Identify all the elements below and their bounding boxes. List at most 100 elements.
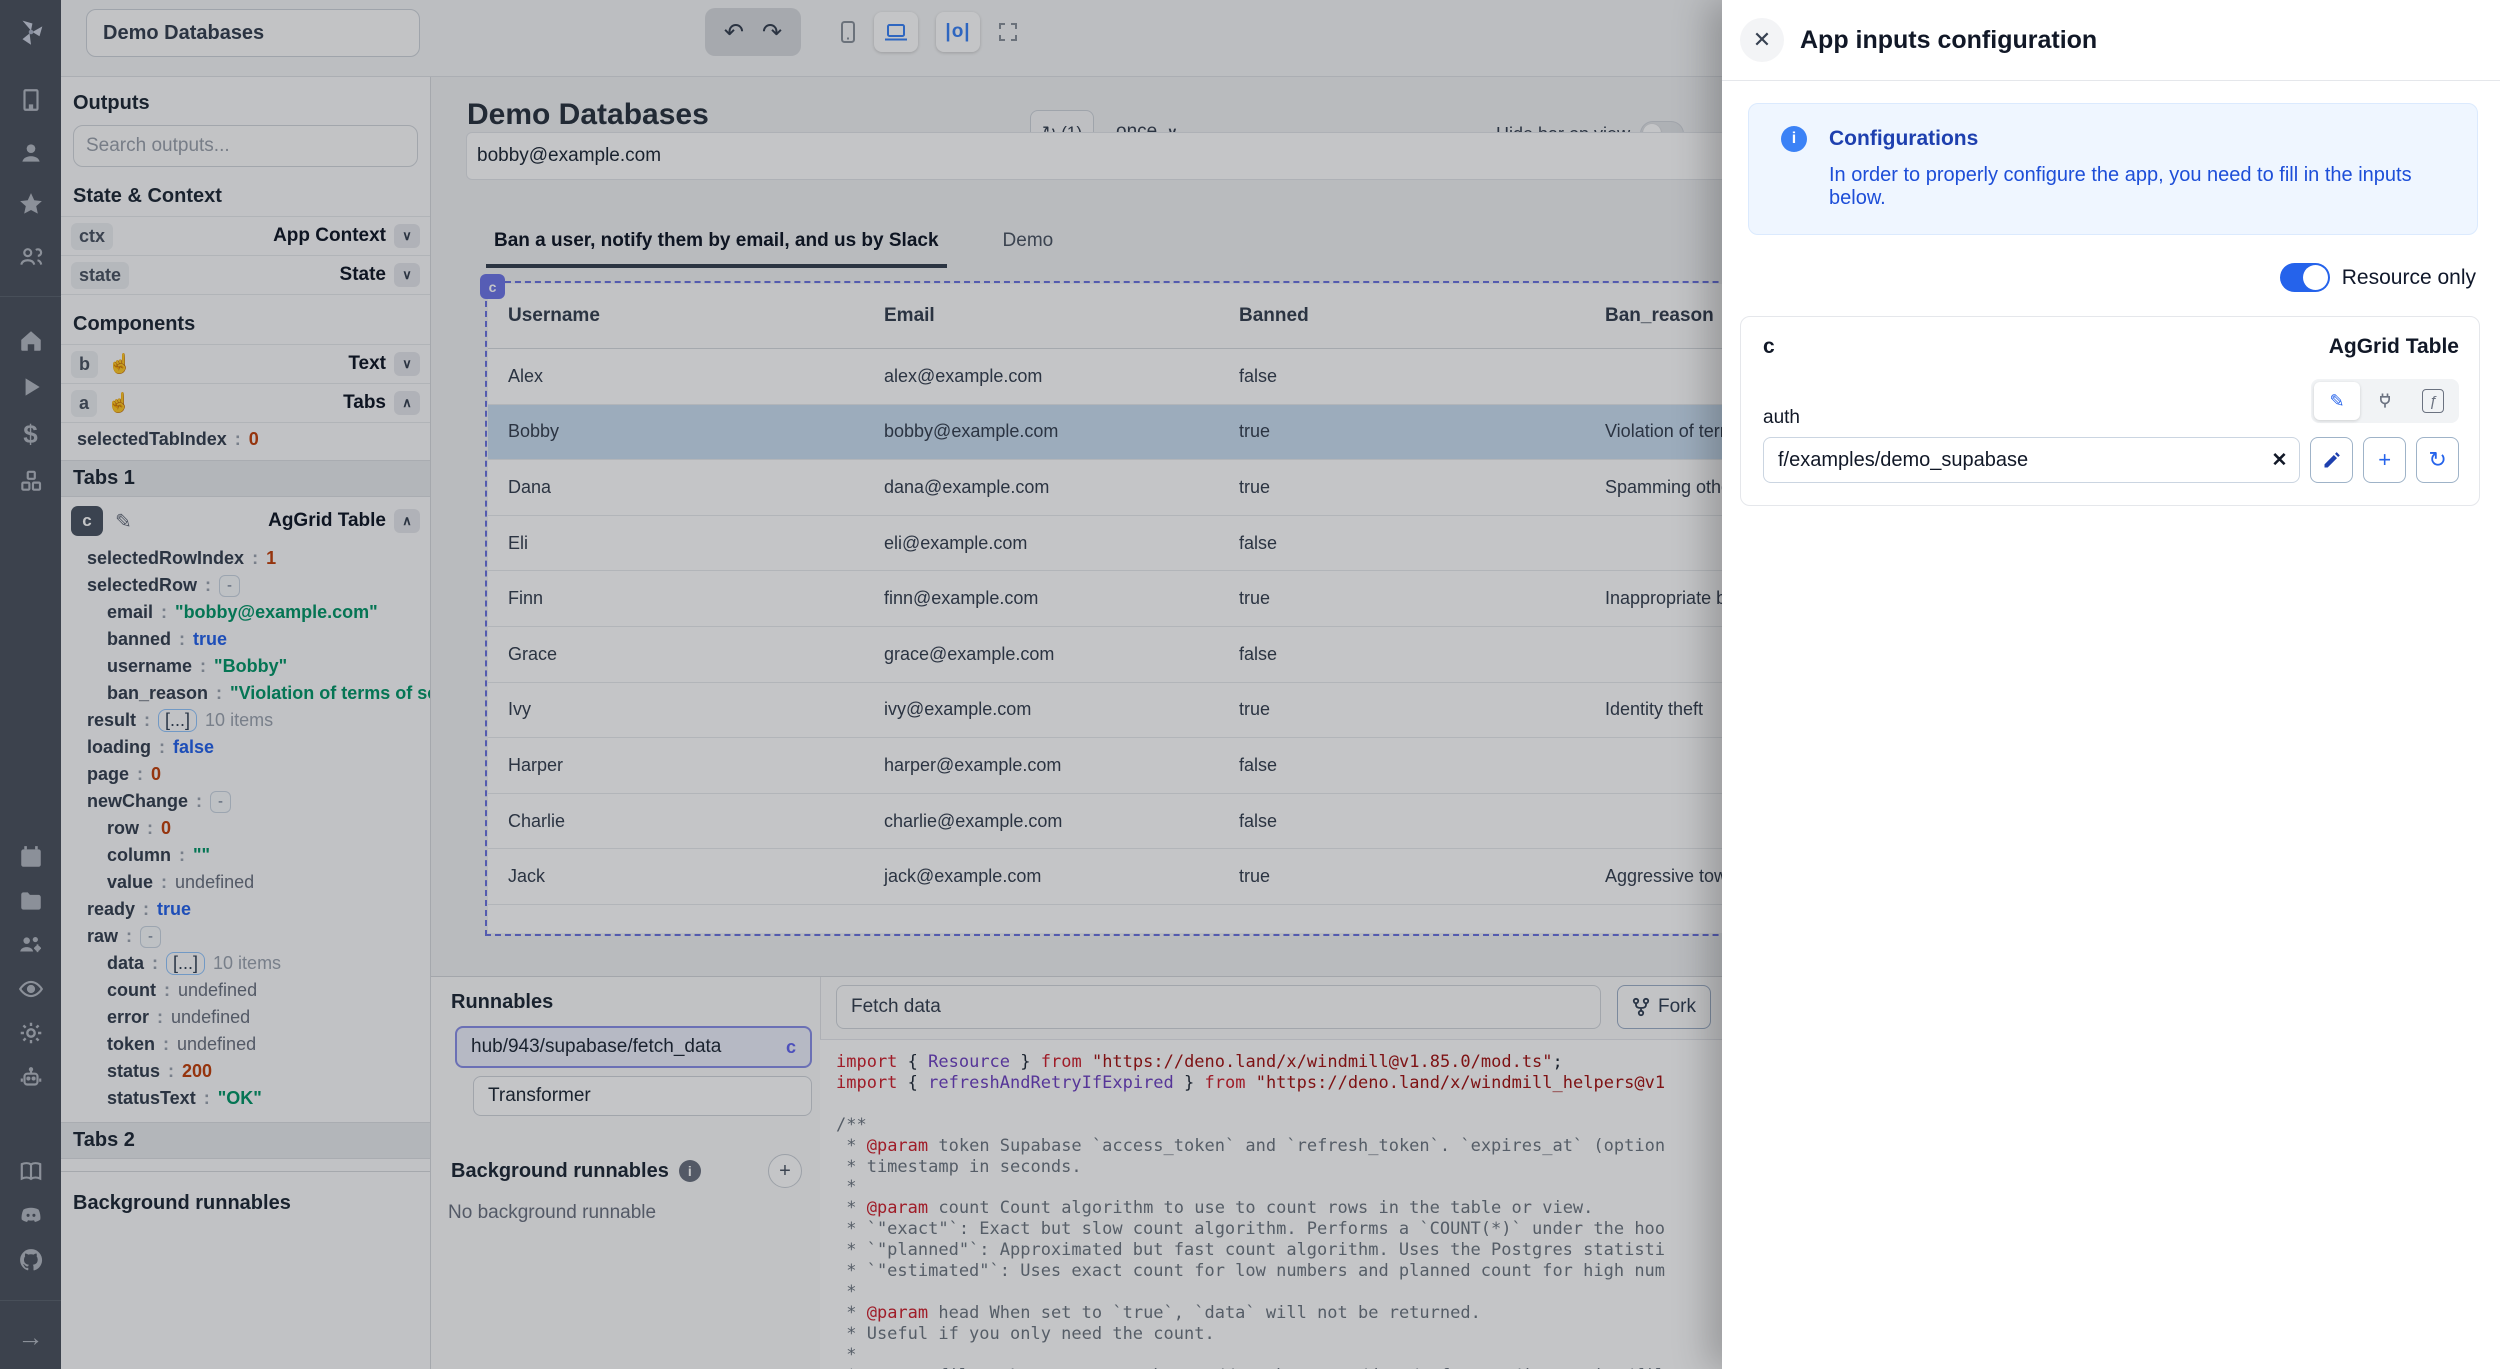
search-outputs-input[interactable] — [73, 125, 418, 167]
property-row[interactable]: page : 0 — [71, 761, 430, 788]
alert-title: Configurations — [1829, 127, 1978, 151]
cell-email: jack@example.com — [864, 866, 1219, 887]
property-row[interactable]: selectedRowIndex : 1 — [71, 545, 430, 572]
property-row[interactable]: result : [...] 10 items — [71, 707, 430, 734]
windmill-logo-icon[interactable] — [0, 10, 61, 54]
building-icon[interactable] — [0, 83, 61, 117]
dollar-icon[interactable]: $ — [0, 417, 61, 451]
property-row[interactable]: raw : - — [71, 923, 430, 950]
property-row[interactable]: value : undefined — [71, 869, 430, 896]
property-key: selectedRow — [87, 575, 197, 596]
property-row[interactable]: count : undefined — [71, 977, 430, 1004]
property-row[interactable]: ready : true — [71, 896, 430, 923]
chevron-icon[interactable]: ∨ — [394, 263, 420, 287]
play-icon[interactable] — [0, 370, 61, 404]
colon: : — [196, 791, 202, 812]
tabs2-section-header[interactable]: Tabs 2 — [61, 1122, 430, 1159]
mobile-view-icon[interactable] — [826, 12, 870, 52]
property-row[interactable]: selectedRow : - — [71, 572, 430, 599]
cell-email: grace@example.com — [864, 644, 1219, 665]
selected-component-badge[interactable]: c — [480, 274, 505, 299]
property-row[interactable]: banned : true — [71, 626, 430, 653]
connect-mode-plug-icon[interactable] — [2362, 382, 2408, 420]
column-header[interactable]: Email — [864, 305, 1219, 327]
discord-icon[interactable] — [0, 1198, 61, 1232]
property-row[interactable]: statusText : "OK" — [71, 1085, 430, 1112]
resource-only-toggle[interactable] — [2280, 263, 2330, 292]
cell-banned: false — [1219, 644, 1585, 665]
cubes-icon[interactable] — [0, 464, 61, 498]
eval-mode-fn-icon[interactable]: ƒ — [2410, 382, 2456, 420]
property-value: 0 — [151, 764, 161, 785]
property-row[interactable]: ban_reason : "Violation of terms of serv… — [71, 680, 430, 707]
tab-demo[interactable]: Demo — [995, 222, 1062, 268]
outputs-title: Outputs — [61, 76, 430, 125]
calendar-icon[interactable] — [0, 840, 61, 874]
user-group-gear-icon[interactable] — [0, 928, 61, 962]
fork-button[interactable]: Fork — [1617, 985, 1711, 1029]
eye-icon[interactable] — [0, 972, 61, 1006]
add-resource-button[interactable]: + — [2363, 437, 2406, 483]
person-icon[interactable] — [0, 136, 61, 170]
gear-icon[interactable] — [0, 1016, 61, 1050]
book-icon[interactable] — [0, 1154, 61, 1188]
property-row[interactable]: token : undefined — [71, 1031, 430, 1058]
property-row[interactable]: error : undefined — [71, 1004, 430, 1031]
grid-component-row[interactable]: c ✎ AgGrid Table ∧ — [61, 497, 430, 545]
resource-picker-input[interactable]: f/examples/demo_supabase ✕ — [1763, 437, 2300, 483]
static-mode-pencil-icon[interactable]: ✎ — [2314, 382, 2360, 420]
home-icon[interactable] — [0, 324, 61, 358]
property-row[interactable]: data : [...] 10 items — [71, 950, 430, 977]
property-row[interactable]: newChange : - — [71, 788, 430, 815]
star-icon[interactable] — [0, 187, 61, 221]
component-c-badge[interactable]: c — [71, 506, 103, 536]
chevron-icon[interactable]: ∨ — [394, 224, 420, 248]
tabs1-section-header[interactable]: Tabs 1 — [61, 460, 430, 497]
output-node-row[interactable]: state State ∨ — [61, 255, 430, 295]
app-name-input[interactable] — [86, 9, 420, 57]
prop-key: selectedTabIndex — [77, 429, 227, 450]
script-name-input[interactable] — [836, 985, 1601, 1029]
colon: : — [137, 764, 143, 785]
property-value: "Bobby" — [214, 656, 287, 677]
property-key: status — [107, 1061, 160, 1082]
colon: : — [163, 1034, 169, 1055]
property-row[interactable]: status : 200 — [71, 1058, 430, 1085]
clear-resource-icon[interactable]: ✕ — [2272, 449, 2288, 472]
folder-icon[interactable] — [0, 884, 61, 918]
runnable-item[interactable]: hub/943/supabase/fetch_data c — [455, 1026, 812, 1068]
runnable-item[interactable]: Transformer — [473, 1076, 812, 1116]
selected-tab-index-row[interactable]: selectedTabIndex : 0 — [61, 423, 430, 454]
chevron-icon[interactable]: ∧ — [394, 391, 420, 415]
close-icon[interactable]: ✕ — [1740, 18, 1784, 62]
edit-resource-button[interactable] — [2310, 437, 2353, 483]
property-row[interactable]: username : "Bobby" — [71, 653, 430, 680]
redo-icon[interactable]: ↷ — [762, 18, 782, 47]
output-node-row[interactable]: a ☝ Tabs ∧ — [61, 383, 430, 423]
chevron-icon[interactable]: ∨ — [394, 352, 420, 376]
output-node-row[interactable]: ctx App Context ∨ — [61, 216, 430, 255]
column-header[interactable]: Banned — [1219, 305, 1585, 327]
undo-icon[interactable]: ↶ — [724, 18, 744, 47]
refresh-resource-button[interactable]: ↻ — [2416, 437, 2459, 483]
user-group-icon[interactable] — [0, 240, 61, 274]
tab-ban-a-user[interactable]: Ban a user, notify them by email, and us… — [486, 222, 947, 268]
node-type: Text — [348, 353, 386, 375]
column-header[interactable]: Username — [488, 305, 864, 327]
add-background-runnable-button[interactable]: + — [768, 1154, 802, 1188]
output-node-row[interactable]: b ☝ Text ∨ — [61, 344, 430, 383]
property-row[interactable]: column : "" — [71, 842, 430, 869]
colon: : — [164, 980, 170, 1001]
property-row[interactable]: loading : false — [71, 734, 430, 761]
property-row[interactable]: row : 0 — [71, 815, 430, 842]
robot-icon[interactable] — [0, 1061, 61, 1095]
chevron-up-icon[interactable]: ∧ — [394, 509, 420, 533]
colon: : — [252, 548, 258, 569]
center-layout-icon[interactable]: |o| — [936, 12, 980, 52]
desktop-view-icon[interactable] — [874, 12, 918, 52]
property-row[interactable]: email : "bobby@example.com" — [71, 599, 430, 626]
fullwidth-icon[interactable] — [986, 12, 1030, 52]
github-icon[interactable] — [0, 1243, 61, 1277]
arrow-right-icon[interactable]: → — [0, 1320, 61, 1354]
edit-pencil-icon[interactable]: ✎ — [115, 509, 132, 534]
